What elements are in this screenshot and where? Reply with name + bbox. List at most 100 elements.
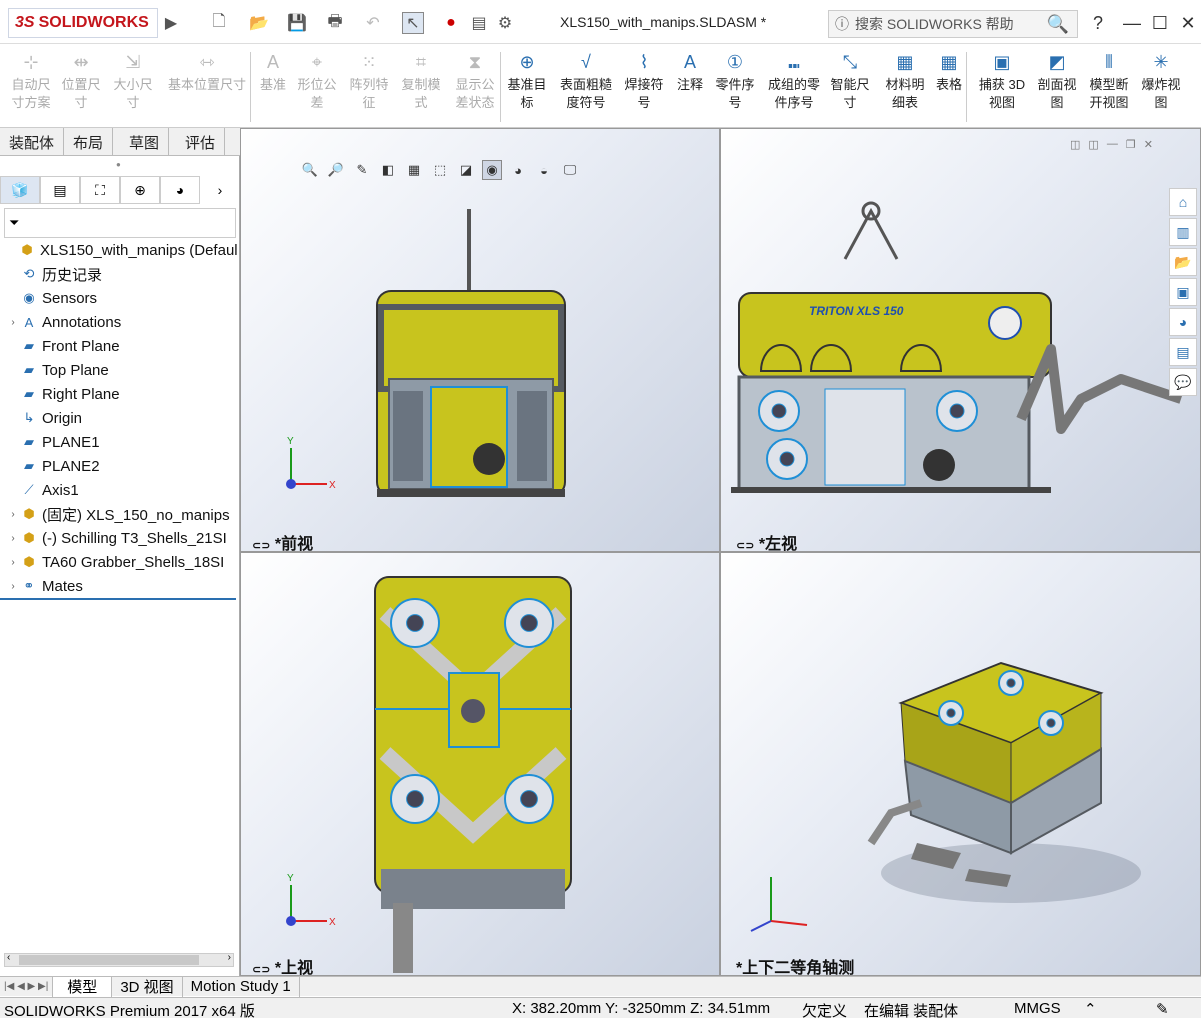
tab-3[interactable]: 评估 bbox=[176, 128, 226, 156]
dynamic-annotation-icon[interactable]: ▦ bbox=[404, 160, 424, 180]
task-pane-home-icon[interactable]: ⌂ bbox=[1169, 188, 1197, 216]
cmd-table-button[interactable]: ▦ 表格 bbox=[934, 50, 964, 124]
expand-arrow-icon[interactable]: › bbox=[6, 581, 20, 592]
cmd-smart-dimension-button[interactable]: ⤡ 智能尺 寸 bbox=[828, 50, 872, 124]
rebuild-icon[interactable]: ● bbox=[440, 12, 462, 34]
bottom-tab[interactable]: 3D 视图 bbox=[112, 976, 183, 997]
apply-scene-icon[interactable]: ◒ bbox=[534, 160, 554, 180]
tree-item[interactable]: ▰ PLANE2 bbox=[6, 454, 100, 478]
maximize-icon[interactable]: ☐ bbox=[1146, 10, 1174, 36]
cmd-size-dim-button[interactable]: ⇲ 大小尺 寸 bbox=[110, 50, 156, 124]
tree-item[interactable]: ⟋ Axis1 bbox=[6, 478, 78, 502]
cmd-copy-scheme-button[interactable]: ⌗ 复制模 式 bbox=[398, 50, 444, 124]
task-pane-custom-properties-icon[interactable]: ▤ bbox=[1169, 338, 1197, 366]
viewport-minimize-icon[interactable]: — bbox=[1107, 138, 1118, 151]
task-pane-appearances-icon[interactable]: ◕ bbox=[1169, 308, 1197, 336]
cmd-surface-finish-button[interactable]: √ 表面粗糙 度符号 bbox=[556, 50, 616, 124]
cmd-datum-target-button[interactable]: ⊕ 基准目 标 bbox=[504, 50, 550, 124]
tree-item[interactable]: › ⬢ (-) Schilling T3_Shells_21SI bbox=[6, 526, 226, 550]
task-pane-forum-icon[interactable]: 💬 bbox=[1169, 368, 1197, 396]
tree-item[interactable]: ⬢ XLS150_with_manips (Defaul bbox=[4, 238, 237, 262]
tabs-more-icon[interactable]: › bbox=[200, 176, 240, 204]
new-document-icon[interactable]: 🗋 bbox=[208, 12, 230, 34]
zoom-to-fit-icon[interactable]: 🔍 bbox=[300, 160, 320, 180]
bottom-tab[interactable]: 模型 bbox=[53, 976, 113, 997]
search-icon[interactable]: 🔍 bbox=[1047, 14, 1069, 35]
viewport-iso[interactable] bbox=[720, 552, 1201, 976]
viewport-link-icon[interactable]: ◫ bbox=[1070, 138, 1080, 151]
dimxpert-tab-icon[interactable]: ⊕ bbox=[120, 176, 160, 204]
cmd-location-dim-button[interactable]: ⇹ 位置尺 寸 bbox=[58, 50, 104, 124]
minimize-icon[interactable]: — bbox=[1118, 10, 1146, 36]
zoom-area-icon[interactable]: 🔎 bbox=[326, 160, 346, 180]
tab-0[interactable]: 装配体 bbox=[0, 128, 65, 156]
open-icon[interactable]: 📂 bbox=[248, 12, 270, 34]
viewport-split-icon[interactable]: ◫ bbox=[1088, 138, 1098, 151]
task-pane-file-explorer-icon[interactable]: 📂 bbox=[1169, 248, 1197, 276]
unit-system[interactable]: MMGS bbox=[1014, 1000, 1061, 1017]
print-icon[interactable]: 🖶 bbox=[324, 12, 346, 34]
viewport-top[interactable]: YX bbox=[240, 552, 720, 976]
viewport-left[interactable]: TRITON XLS 150 bbox=[720, 128, 1201, 552]
close-icon[interactable]: ✕ bbox=[1174, 10, 1201, 36]
cmd-note-button[interactable]: A 注释 bbox=[672, 50, 708, 124]
viewport-close-icon[interactable]: ✕ bbox=[1144, 138, 1153, 151]
feature-tree-tab-icon[interactable]: 🧊 bbox=[0, 176, 40, 204]
tree-item[interactable]: ↳ Origin bbox=[6, 406, 82, 430]
cmd-tolerance-status-button[interactable]: ⧗ 显示公 差状态 bbox=[452, 50, 498, 124]
cmd-auto-dim-button[interactable]: ⊹ 自动尺 寸方案 bbox=[8, 50, 54, 124]
viewport-restore-icon[interactable]: ❐ bbox=[1126, 138, 1136, 151]
panel-grip-icon[interactable]: ● bbox=[116, 160, 121, 169]
configuration-tab-icon[interactable]: ⛶ bbox=[80, 176, 120, 204]
tab-2[interactable]: 草图 bbox=[120, 128, 170, 156]
edit-appearance-icon[interactable]: ◕ bbox=[508, 160, 528, 180]
cmd-pattern-feature-button[interactable]: ⁙ 阵列特 征 bbox=[346, 50, 392, 124]
file-properties-icon[interactable]: ▤ bbox=[468, 12, 490, 34]
display-manager-tab-icon[interactable]: ◕ bbox=[160, 176, 200, 204]
previous-view-icon[interactable]: ✎ bbox=[352, 160, 372, 180]
tab-1[interactable]: 布局 bbox=[64, 128, 114, 156]
cmd-bom-button[interactable]: ▦ 材料明 细表 bbox=[882, 50, 928, 124]
save-icon[interactable]: 💾 bbox=[286, 12, 308, 34]
view-orientation-icon[interactable]: ⬚ bbox=[430, 160, 450, 180]
view-settings-icon[interactable]: 🖵 bbox=[560, 160, 580, 180]
cmd-model-break-view-button[interactable]: ⫴ 模型断 开视图 bbox=[1086, 50, 1132, 124]
tree-item[interactable]: ◉ Sensors bbox=[6, 286, 97, 310]
tree-item[interactable]: › ⚭ Mates bbox=[6, 574, 83, 598]
tree-horizontal-scrollbar[interactable]: ‹ › bbox=[4, 952, 234, 967]
help-icon[interactable]: ? bbox=[1084, 10, 1112, 36]
expand-arrow-icon[interactable]: › bbox=[6, 533, 20, 544]
status-tag-icon[interactable]: ✎ bbox=[1156, 1000, 1169, 1018]
options-gear-icon[interactable]: ⚙ bbox=[494, 12, 516, 34]
undo-icon[interactable]: ↶ bbox=[362, 12, 384, 34]
cmd-balloon-button[interactable]: ① 零件序 号 bbox=[712, 50, 758, 124]
cmd-exploded-view-button[interactable]: ✳ 爆炸视 图 bbox=[1138, 50, 1184, 124]
solidworks-logo[interactable]: 3S SOLIDWORKS bbox=[8, 8, 158, 38]
cmd-geometric-tolerance-button[interactable]: ⌖ 形位公 差 bbox=[294, 50, 340, 124]
cmd-capture-3d-view-button[interactable]: ▣ 捕获 3D 视图 bbox=[974, 50, 1030, 124]
property-manager-tab-icon[interactable]: ▤ bbox=[40, 176, 80, 204]
tree-item[interactable]: › ⬢ (固定) XLS_150_no_manips bbox=[6, 502, 229, 526]
tree-item[interactable]: ⟲ 历史记录 bbox=[6, 262, 102, 286]
tree-item[interactable]: ▰ Right Plane bbox=[6, 382, 120, 406]
tree-item[interactable]: ▰ PLANE1 bbox=[6, 430, 100, 454]
bottom-tab[interactable]: Motion Study 1 bbox=[183, 976, 300, 997]
expand-arrow-icon[interactable]: › bbox=[6, 557, 20, 568]
cmd-section-view-button[interactable]: ◩ 剖面视 图 bbox=[1034, 50, 1080, 124]
tree-item[interactable]: ▰ Front Plane bbox=[6, 334, 120, 358]
cmd-datum-button[interactable]: A 基准 bbox=[258, 50, 288, 124]
menu-expand-icon[interactable]: ▶ bbox=[160, 12, 182, 34]
cmd-weld-symbol-button[interactable]: ⌇ 焊接符 号 bbox=[622, 50, 666, 124]
expand-arrow-icon[interactable]: › bbox=[6, 317, 20, 328]
hide-show-items-icon[interactable]: ◉ bbox=[482, 160, 502, 180]
select-icon[interactable]: ↖ bbox=[402, 12, 424, 34]
tree-filter[interactable]: ⏷ bbox=[4, 208, 236, 238]
tab-scroll-icon[interactable]: |◀ ◀ ▶ ▶| bbox=[0, 976, 54, 997]
task-pane-3d-content-icon[interactable]: ▥ bbox=[1169, 218, 1197, 246]
section-view-icon[interactable]: ◧ bbox=[378, 160, 398, 180]
task-pane-view-palette-icon[interactable]: ▣ bbox=[1169, 278, 1197, 306]
viewport-front[interactable]: YX bbox=[240, 128, 720, 552]
tree-item[interactable]: › A Annotations bbox=[6, 310, 121, 334]
tree-item[interactable]: ▰ Top Plane bbox=[6, 358, 109, 382]
display-style-icon[interactable]: ◪ bbox=[456, 160, 476, 180]
